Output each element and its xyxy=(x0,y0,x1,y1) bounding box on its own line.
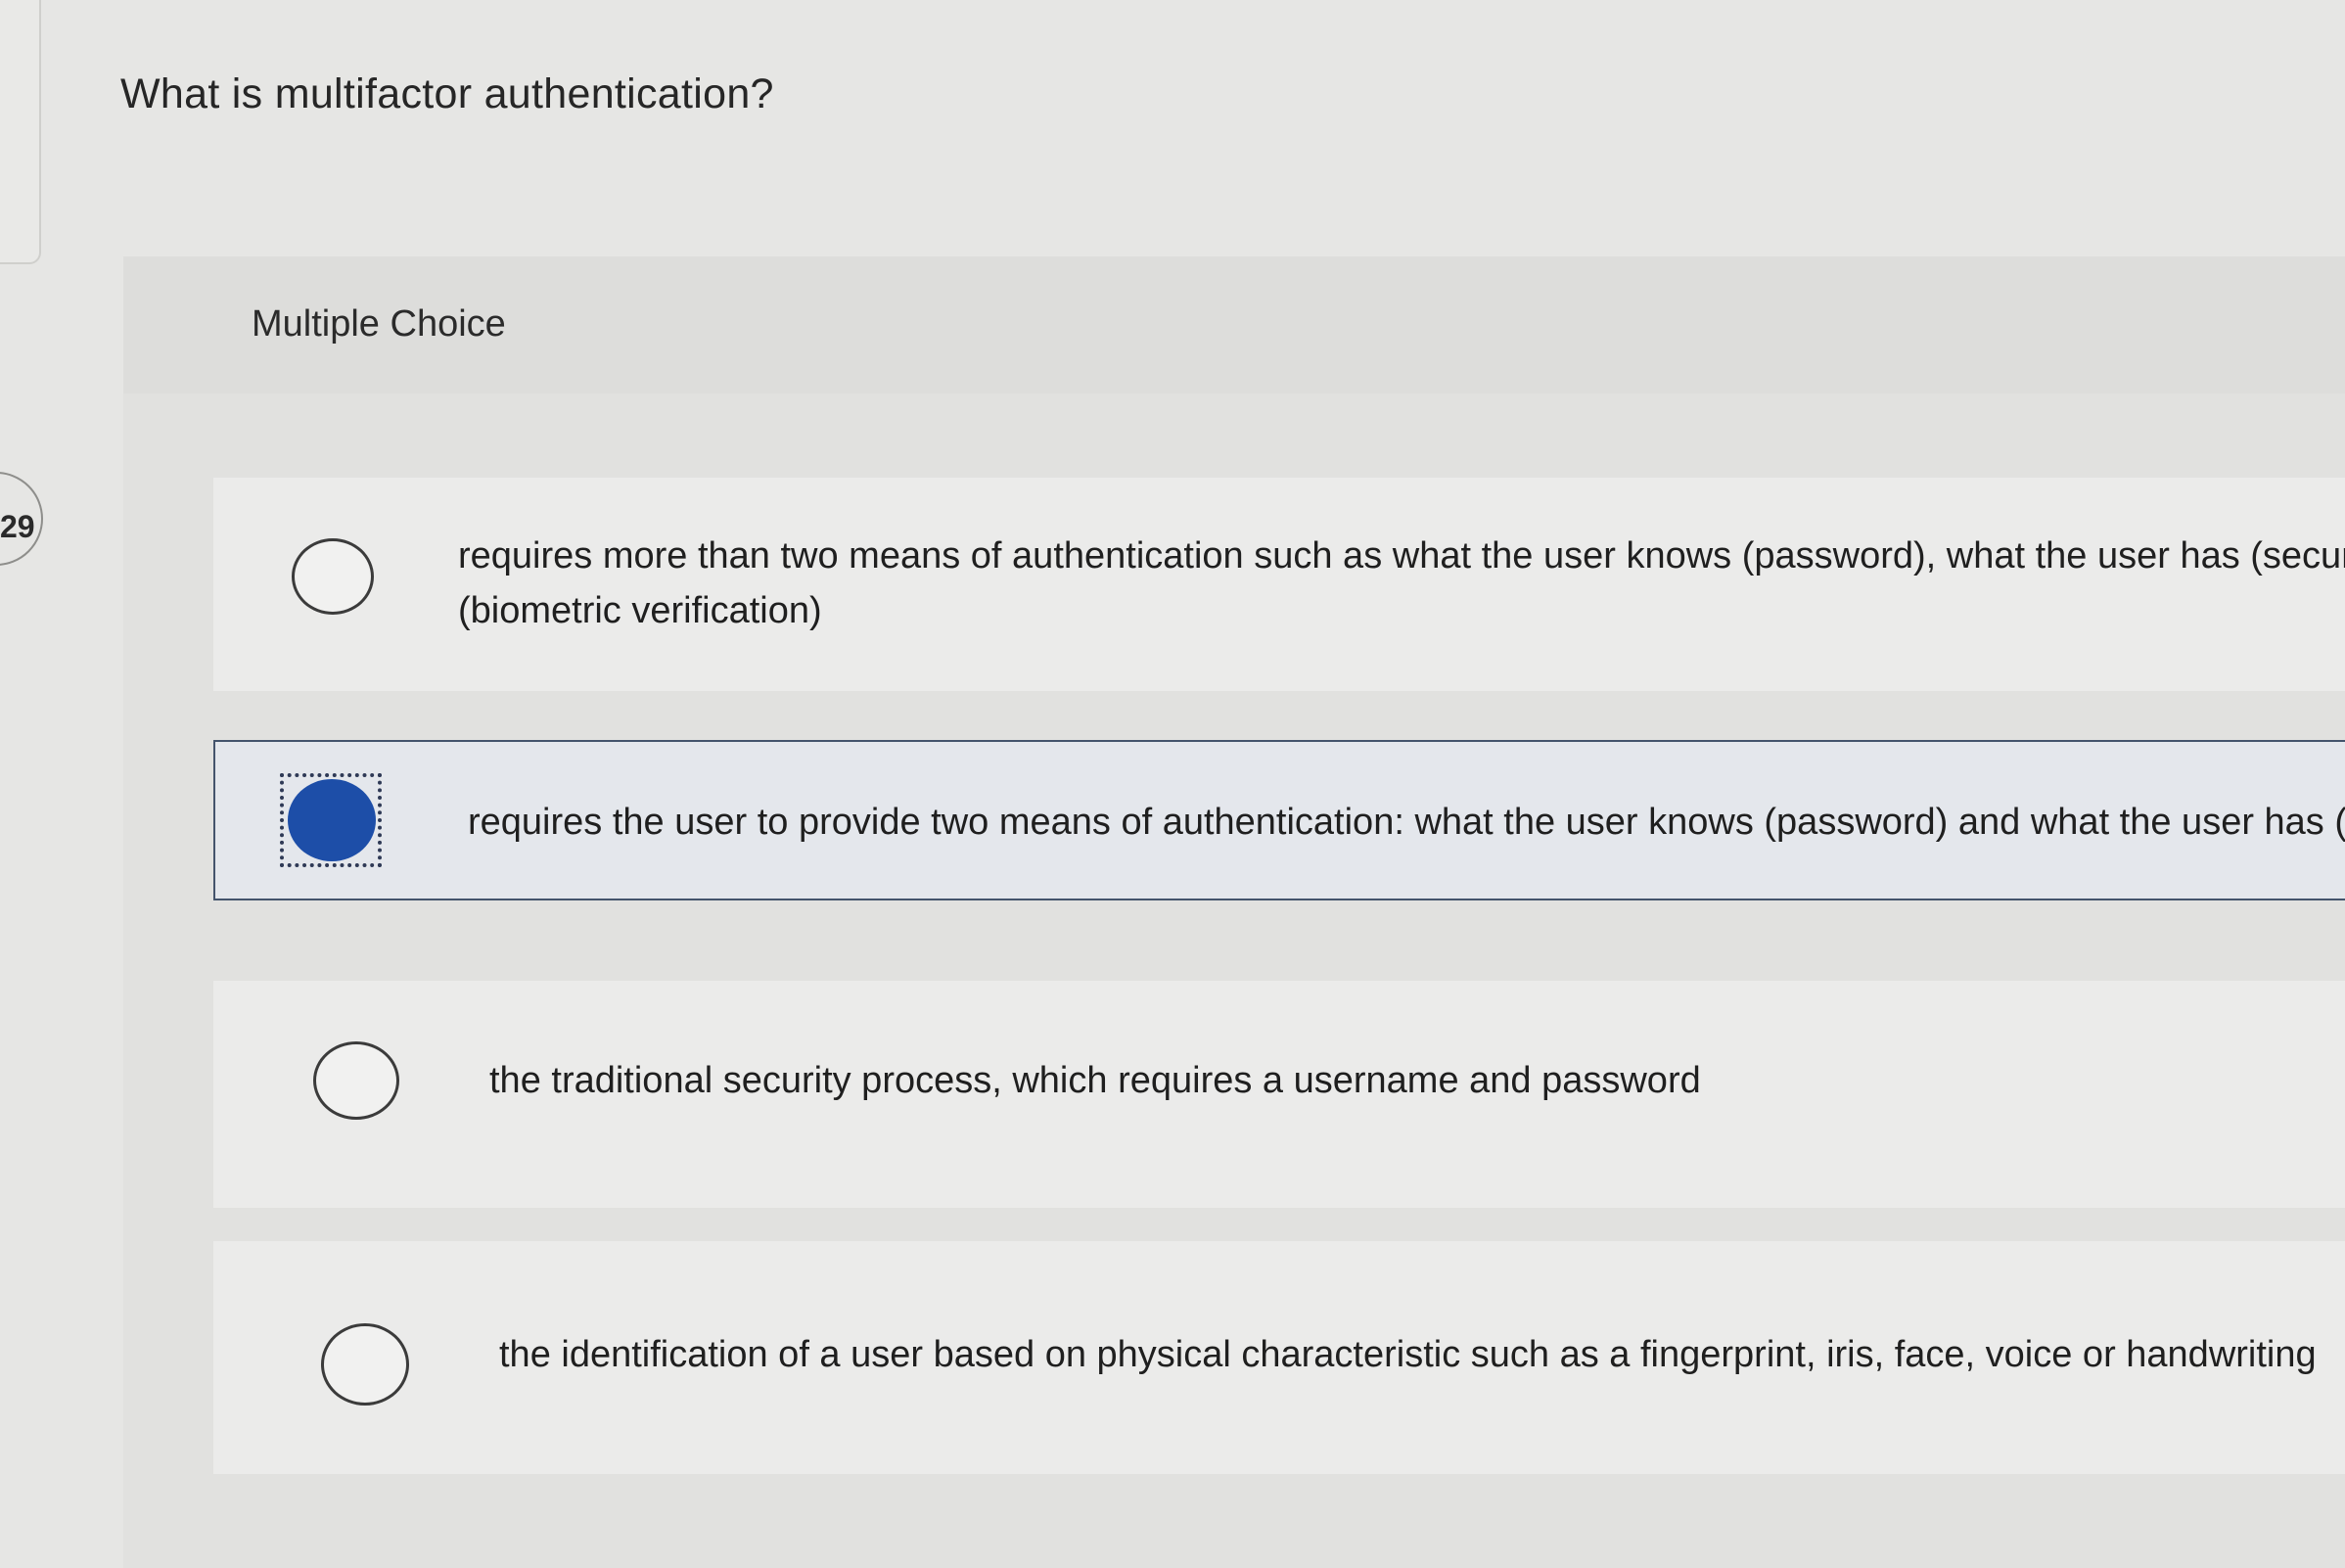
answer-option-1[interactable]: requires more than two means of authenti… xyxy=(213,478,2345,691)
answer-option-4[interactable]: the identification of a user based on ph… xyxy=(213,1241,2345,1474)
answer-option-3-label: the traditional security process, which … xyxy=(489,1060,1701,1101)
answer-option-2-label: requires the user to provide two means o… xyxy=(468,802,2345,843)
radio-button-option-3[interactable] xyxy=(313,1041,399,1120)
answer-option-1-label: requires more than two means of authenti… xyxy=(458,535,2345,631)
question-number: 29 xyxy=(0,509,35,544)
answer-option-3[interactable]: the traditional security process, which … xyxy=(213,981,2345,1208)
question-title: What is multifactor authentication? xyxy=(120,70,774,117)
answer-option-2[interactable]: requires the user to provide two means o… xyxy=(213,740,2345,900)
panel-header: Multiple Choice xyxy=(123,256,2345,393)
sidebar-panel xyxy=(0,0,41,264)
answer-panel: Multiple Choice requires more than two m… xyxy=(123,256,2345,1568)
radio-button-option-1[interactable] xyxy=(292,538,374,615)
radio-button-option-2-selected[interactable] xyxy=(288,779,376,861)
multiple-choice-label: Multiple Choice xyxy=(252,303,506,345)
radio-button-option-4[interactable] xyxy=(321,1323,409,1406)
answer-option-4-label: the identification of a user based on ph… xyxy=(499,1334,2317,1375)
